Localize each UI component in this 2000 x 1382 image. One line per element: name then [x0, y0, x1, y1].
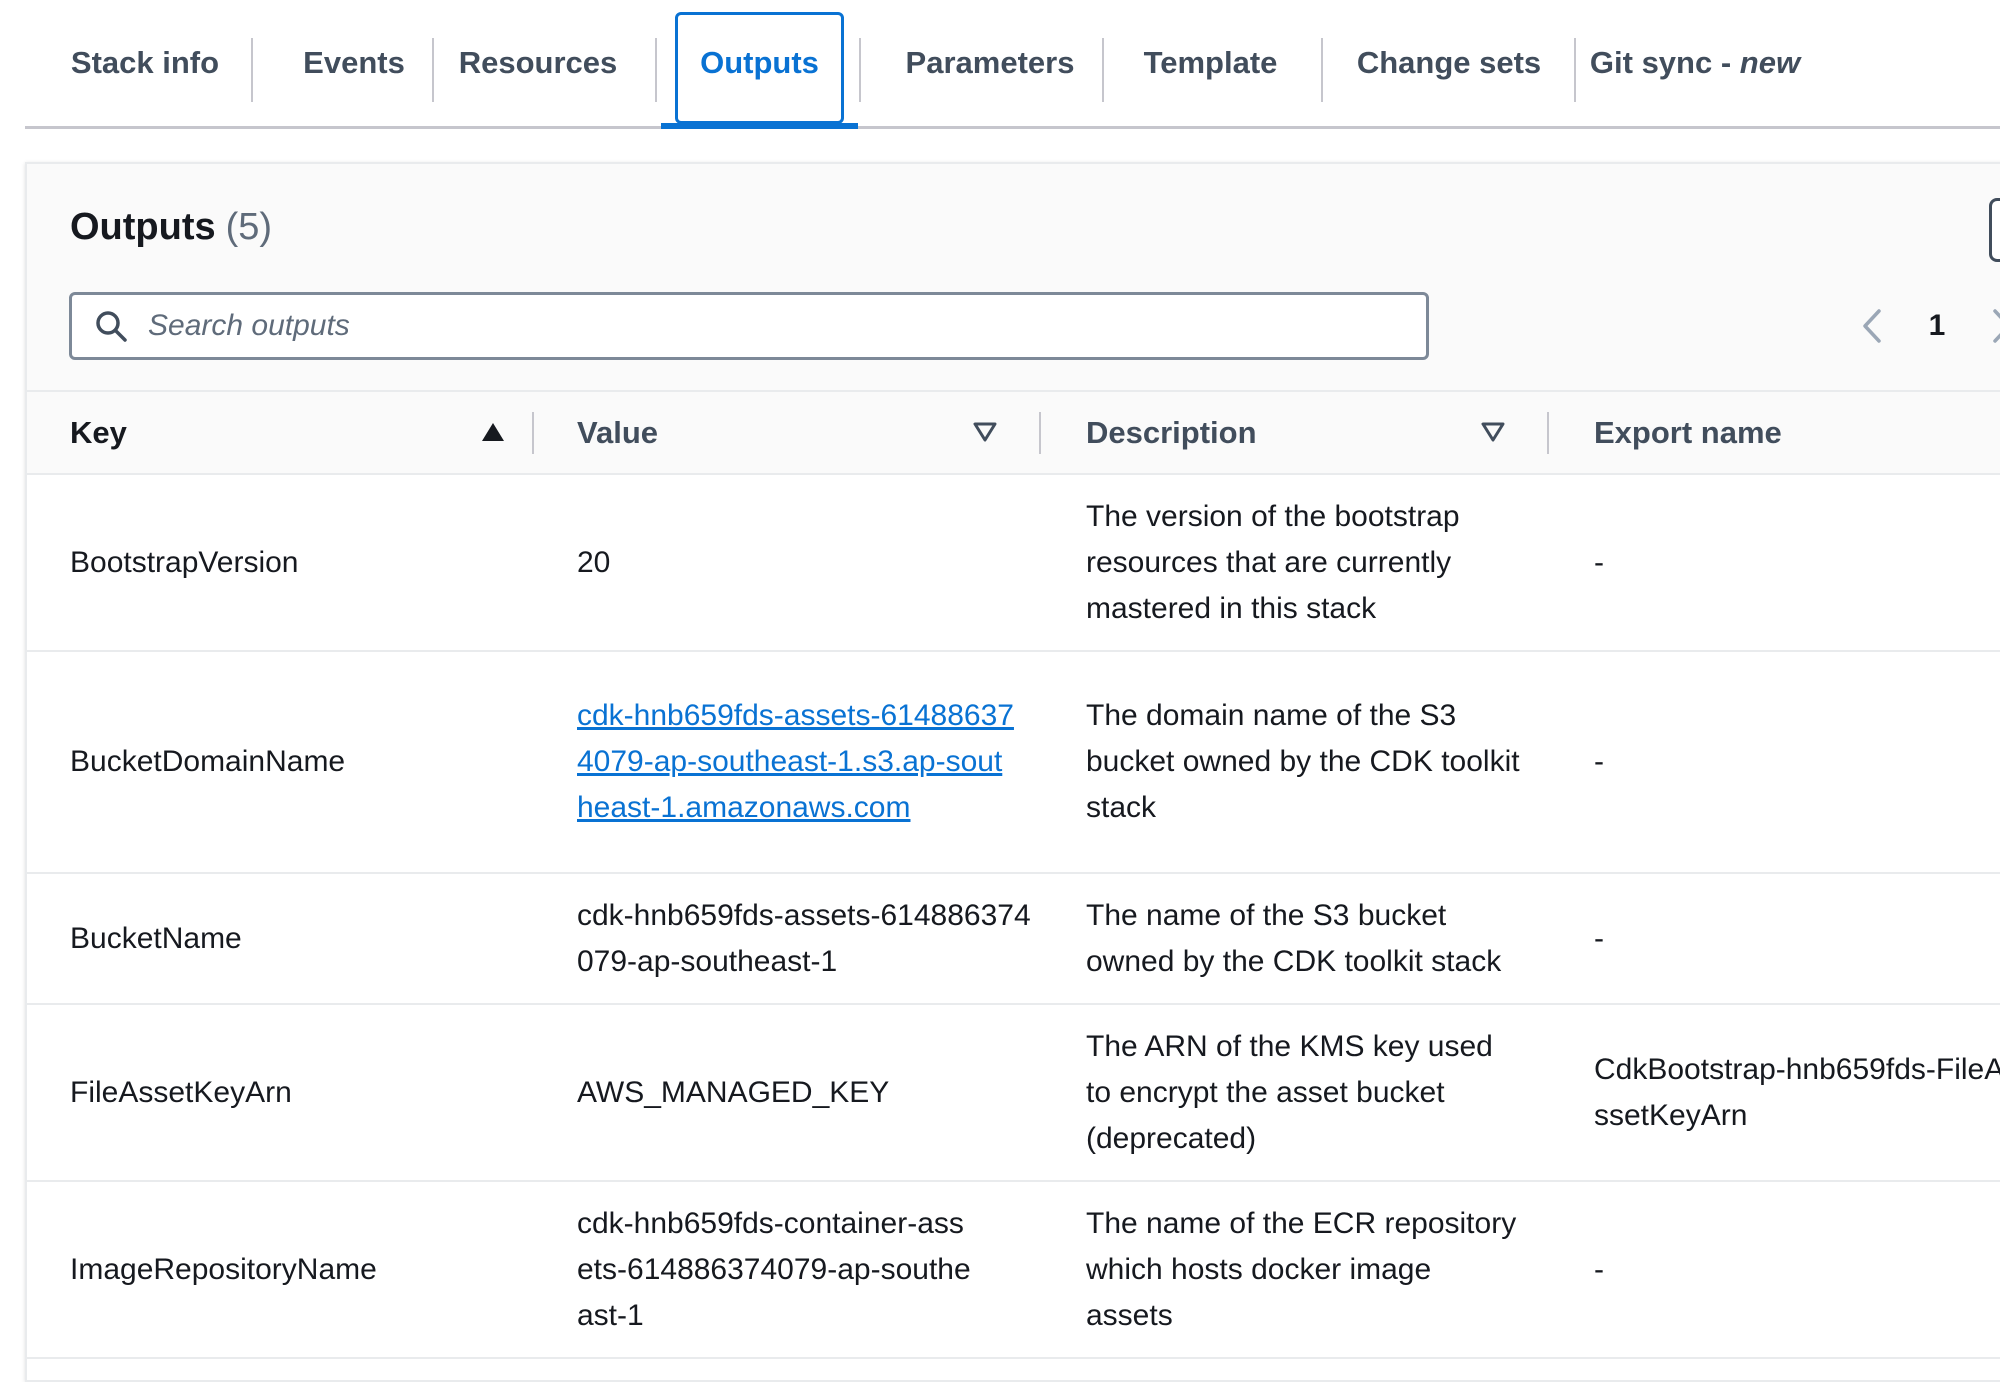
next-page-button[interactable]	[1977, 298, 2000, 354]
tab-divider	[251, 38, 253, 102]
tab-label: Resources	[458, 45, 618, 80]
tab-label: Stack info	[70, 45, 220, 80]
tab-divider	[655, 38, 657, 102]
cell-value: cdk-hnb659fds-assets-614886374079-ap-sou…	[577, 652, 1017, 872]
tab-change-sets[interactable]: Change sets	[1327, 0, 1571, 126]
column-header-description[interactable]: Description	[1086, 392, 1257, 473]
stack-tabs: Stack info Events Resources Outputs Para…	[25, 0, 2000, 129]
search-input[interactable]	[136, 295, 1386, 357]
search-icon	[86, 301, 136, 351]
column-header-label: Key	[70, 414, 127, 450]
column-header-label: Export name	[1594, 414, 1782, 450]
tab-template[interactable]: Template	[1108, 0, 1313, 126]
cell-value: cdk-hnb659fds-assets-614886374079-ap-sou…	[577, 898, 1031, 978]
tab-parameters[interactable]: Parameters	[865, 0, 1115, 126]
tab-divider	[1574, 38, 1576, 102]
cell-export-name: -	[1594, 545, 1604, 579]
tab-stack-info[interactable]: Stack info	[45, 0, 245, 126]
chevron-right-icon	[1993, 309, 2000, 343]
cell-description: The name of the ECR repository which hos…	[1086, 1206, 1517, 1332]
cell-export-name: -	[1594, 1252, 1604, 1286]
header-action-button[interactable]	[1989, 198, 2000, 262]
tab-events[interactable]: Events	[257, 0, 451, 126]
tab-label: Events	[303, 45, 405, 80]
outputs-count: (5)	[225, 206, 273, 248]
cell-export-name: -	[1594, 921, 1604, 955]
tab-label: Git sync -	[1589, 45, 1740, 80]
outputs-title-text: Outputs	[70, 206, 216, 248]
tab-divider	[1321, 38, 1323, 102]
cell-export-name: CdkBootstrap-hnb659fds-FileAssetKeyArn	[1594, 1052, 2000, 1132]
column-header-key[interactable]: Key	[70, 392, 127, 473]
cell-description: The name of the S3 bucket owned by the C…	[1086, 898, 1502, 978]
sort-caret-down-icon[interactable]	[1475, 414, 1511, 450]
column-header-value[interactable]: Value	[577, 392, 658, 473]
outputs-title: Outputs (5)	[70, 206, 272, 249]
cell-key: BootstrapVersion	[70, 545, 299, 579]
cell-key: FileAssetKeyArn	[70, 1075, 292, 1109]
column-header-export-name[interactable]: Export name	[1594, 392, 1782, 473]
tab-divider	[432, 38, 434, 102]
table-row: ImageRepositoryName cdk-hnb659fds-contai…	[27, 1182, 2000, 1359]
column-header-label: Value	[577, 414, 658, 450]
sort-ascending-icon[interactable]	[475, 414, 511, 450]
table-row: BootstrapVersion 20 The version of the b…	[27, 475, 2000, 652]
column-header-label: Description	[1086, 414, 1257, 450]
column-resizer[interactable]	[532, 412, 534, 454]
new-badge: new	[1739, 45, 1801, 80]
cell-description: The ARN of the KMS key used to encrypt t…	[1086, 1029, 1493, 1155]
sort-caret-down-icon[interactable]	[967, 414, 1003, 450]
cell-value: AWS_MANAGED_KEY	[577, 1075, 890, 1109]
previous-page-button[interactable]	[1847, 298, 1897, 354]
cell-description: The domain name of the S3 bucket owned b…	[1086, 699, 1520, 824]
cell-key: BucketDomainName	[70, 745, 346, 778]
column-resizer[interactable]	[1547, 412, 1549, 454]
current-page-number[interactable]: 1	[1897, 309, 1977, 343]
pagination: 1	[1847, 298, 2000, 354]
tab-divider	[1102, 38, 1104, 102]
tab-label: Outputs	[700, 45, 819, 80]
search-outputs-box[interactable]	[69, 292, 1429, 360]
active-tab-indicator	[661, 123, 858, 129]
chevron-left-icon	[1863, 309, 1881, 343]
bucket-domain-link[interactable]: cdk-hnb659fds-assets-614886374079-ap-sou…	[577, 693, 1017, 831]
cell-key: BucketName	[70, 921, 242, 955]
tab-divider	[859, 38, 861, 102]
cell-description: The version of the bootstrap resources t…	[1086, 499, 1460, 625]
column-resizer[interactable]	[1039, 412, 1041, 454]
outputs-container: Outputs(5) 1	[25, 162, 2000, 1382]
table-row: FileAssetKeyArn AWS_MANAGED_KEY The ARN …	[27, 1005, 2000, 1182]
tab-resources[interactable]: Resources	[438, 0, 638, 126]
cell-value: 20	[577, 545, 611, 579]
tab-label: Template	[1143, 45, 1278, 80]
table-row: BucketName cdk-hnb659fds-assets-61488637…	[27, 874, 2000, 1005]
outputs-header: Outputs(5) 1	[27, 164, 2000, 392]
cell-value: cdk-hnb659fds-container-assets-614886374…	[577, 1206, 971, 1332]
outputs-table-header: Key Value Description Export name	[27, 392, 2000, 475]
tab-label: Parameters	[905, 45, 1075, 80]
cell-key: ImageRepositoryName	[70, 1252, 377, 1286]
table-row: BucketDomainName cdk-hnb659fds-assets-61…	[27, 652, 2000, 874]
cell-export-name: -	[1594, 745, 1604, 778]
tab-outputs[interactable]: Outputs	[661, 0, 858, 129]
tab-label: Change sets	[1356, 45, 1542, 80]
tab-git-sync[interactable]: Git sync - new	[1580, 0, 1810, 126]
